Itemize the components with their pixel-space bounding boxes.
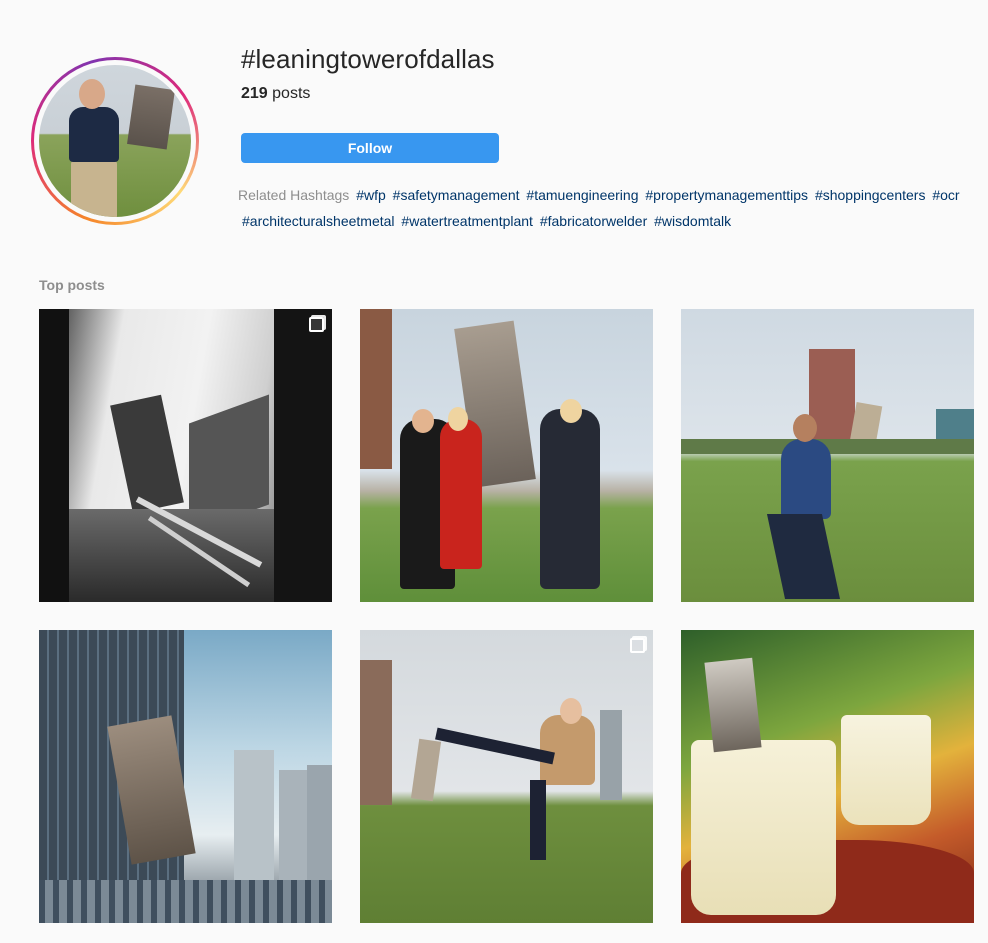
related-hashtags-label: Related Hashtags xyxy=(238,187,350,203)
carousel-icon xyxy=(630,638,645,653)
related-hashtags: Related Hashtags #wfp #safetymanagement … xyxy=(238,182,988,234)
follow-button[interactable]: Follow xyxy=(241,133,499,163)
post-thumbnail[interactable] xyxy=(360,630,653,923)
related-hashtag-link[interactable]: #fabricatorwelder xyxy=(540,213,647,229)
related-row-1: Related Hashtags #wfp #safetymanagement … xyxy=(238,182,988,208)
avatar-image xyxy=(39,65,191,217)
related-hashtag-link[interactable]: #wfp xyxy=(356,187,386,203)
top-posts-heading: Top posts xyxy=(39,277,105,293)
related-hashtag-link[interactable]: #ocr xyxy=(932,187,959,203)
post-thumbnail[interactable] xyxy=(39,630,332,923)
carousel-icon xyxy=(309,317,324,332)
page-title: #leaningtowerofdallas xyxy=(241,44,495,74)
related-hashtag-link[interactable]: #watertreatmentplant xyxy=(401,213,533,229)
post-thumbnail[interactable] xyxy=(681,309,974,602)
related-hashtag-link[interactable]: #propertymanagementtips xyxy=(645,187,808,203)
post-count-value: 219 xyxy=(241,85,268,102)
post-thumbnail[interactable] xyxy=(39,309,332,602)
post-count-suffix: posts xyxy=(267,85,311,102)
related-row-2: #architecturalsheetmetal #watertreatment… xyxy=(238,208,988,234)
related-hashtag-link[interactable]: #architecturalsheetmetal xyxy=(242,213,395,229)
related-hashtag-link[interactable]: #shoppingcenters xyxy=(815,187,926,203)
related-hashtag-link[interactable]: #wisdomtalk xyxy=(654,213,731,229)
hashtag-avatar[interactable] xyxy=(31,57,199,225)
related-hashtag-link[interactable]: #safetymanagement xyxy=(393,187,520,203)
top-posts-grid xyxy=(39,309,974,923)
hashtag-page: #leaningtowerofdallas 219 posts Follow R… xyxy=(0,0,988,943)
post-thumbnail[interactable] xyxy=(681,630,974,923)
related-hashtag-link[interactable]: #tamuengineering xyxy=(526,187,638,203)
post-thumbnail[interactable] xyxy=(360,309,653,602)
post-count: 219 posts xyxy=(241,85,310,103)
